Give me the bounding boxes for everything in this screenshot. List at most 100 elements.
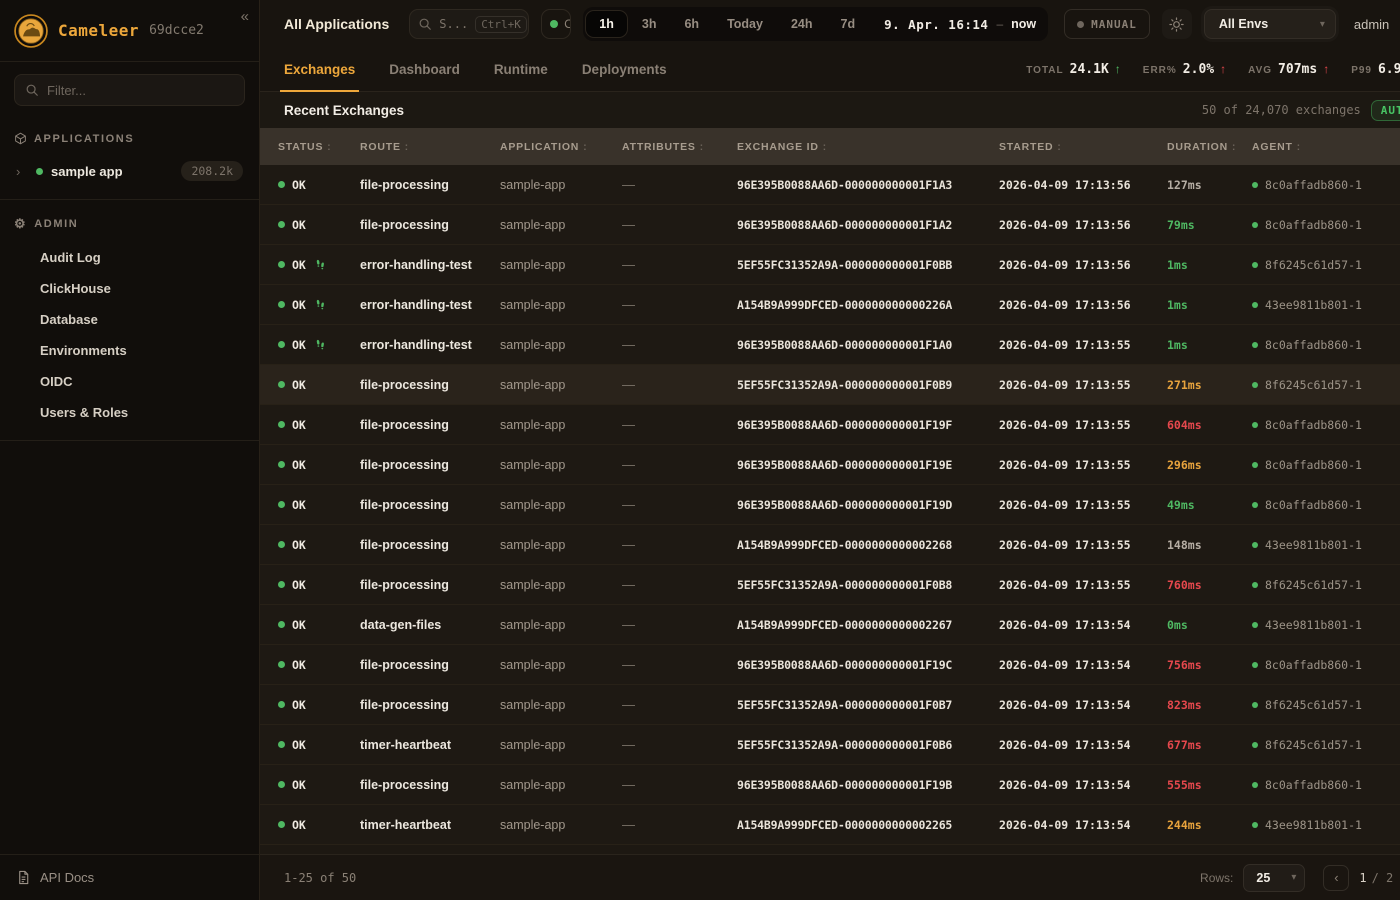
application-cell: sample-app bbox=[500, 818, 622, 832]
agent-status-dot bbox=[1252, 182, 1258, 188]
sidebar-item-clickhouse[interactable]: ClickHouse bbox=[14, 273, 245, 304]
column-header-label: DURATION bbox=[1167, 141, 1228, 153]
time-range-3h[interactable]: 3h bbox=[629, 11, 670, 37]
table-row[interactable]: OKtimer-heartbeatsample-app—5EF55FC31352… bbox=[260, 725, 1400, 765]
sidebar-item-audit-log[interactable]: Audit Log bbox=[14, 242, 245, 273]
started-cell: 2026-04-09 17:13:56 bbox=[999, 258, 1167, 272]
rows-per-page-select[interactable]: 25 ▾ bbox=[1243, 864, 1305, 892]
agent-cell: 8f6245c61d57-1 bbox=[1252, 378, 1400, 392]
table-row[interactable]: OKfile-processingsample-app—96E395B0088A… bbox=[260, 405, 1400, 445]
application-cell: sample-app bbox=[500, 458, 622, 472]
status-label: OK bbox=[292, 298, 306, 312]
stat-p99: P996.9s↑ bbox=[1351, 62, 1400, 77]
theme-toggle-button[interactable] bbox=[1162, 9, 1192, 39]
cube-icon bbox=[14, 132, 27, 145]
exchange-id-cell: 5EF55FC31352A9A-000000000001F0B7 bbox=[737, 698, 999, 712]
status-cell: OK bbox=[278, 778, 360, 792]
column-header-duration[interactable]: DURATION: bbox=[1167, 141, 1252, 153]
table-row[interactable]: OKfile-processingsample-app—96E395B0088A… bbox=[260, 205, 1400, 245]
route-cell: file-processing bbox=[360, 458, 500, 472]
status-ok-dot bbox=[278, 261, 285, 268]
column-header-attributes[interactable]: ATTRIBUTES: bbox=[622, 141, 737, 153]
filter-wrap: Filter... bbox=[0, 62, 259, 116]
table-row[interactable]: OKfile-processingsample-app—96E395B0088A… bbox=[260, 165, 1400, 205]
table-row[interactable]: OKfile-processingsample-app—96E395B0088A… bbox=[260, 765, 1400, 805]
table-row[interactable]: OKdata-gen-filessample-app—A154B9A999DFC… bbox=[260, 605, 1400, 645]
column-header-agent[interactable]: AGENT: bbox=[1252, 141, 1400, 153]
started-cell: 2026-04-09 17:13:54 bbox=[999, 738, 1167, 752]
started-cell: 2026-04-09 17:13:54 bbox=[999, 818, 1167, 832]
time-range-24h[interactable]: 24h bbox=[778, 11, 826, 37]
brand-version: 69dcce2 bbox=[149, 23, 204, 38]
filter-input[interactable]: Filter... bbox=[14, 74, 245, 106]
duration-cell: 760ms bbox=[1167, 578, 1252, 592]
column-header-started[interactable]: STARTED: bbox=[999, 141, 1167, 153]
agent-cell: 8f6245c61d57-1 bbox=[1252, 258, 1400, 272]
tab-exchanges[interactable]: Exchanges bbox=[284, 48, 355, 91]
column-header-exchange-id[interactable]: EXCHANGE ID: bbox=[737, 141, 999, 153]
agent-id: 8c0affadb860-1 bbox=[1265, 458, 1362, 472]
table-row[interactable]: OKfile-processingsample-app—5EF55FC31352… bbox=[260, 565, 1400, 605]
time-range-6h[interactable]: 6h bbox=[671, 11, 712, 37]
tab-runtime[interactable]: Runtime bbox=[494, 48, 548, 91]
sidebar-item-oidc[interactable]: OIDC bbox=[14, 366, 245, 397]
time-range-7d[interactable]: 7d bbox=[828, 11, 869, 37]
auto-refresh-badge[interactable]: AUTO bbox=[1371, 100, 1400, 121]
time-range-today[interactable]: Today bbox=[714, 11, 776, 37]
agent-id: 8c0affadb860-1 bbox=[1265, 338, 1362, 352]
sidebar-collapse-icon[interactable]: « bbox=[241, 8, 249, 25]
status-cell: OK bbox=[278, 538, 360, 552]
exchange-id-cell: 96E395B0088AA6D-000000000001F19B bbox=[737, 778, 999, 792]
status-ok-dot bbox=[278, 341, 285, 348]
application-cell: sample-app bbox=[500, 698, 622, 712]
table-row[interactable]: OKfile-processingsample-app—5EF55FC31352… bbox=[260, 365, 1400, 405]
status-label: OK bbox=[292, 378, 306, 392]
table-row[interactable]: OKfile-processingsample-app—5EF55FC31352… bbox=[260, 685, 1400, 725]
status-ok-dot bbox=[278, 541, 285, 548]
stat-err: ERR%2.0%↑ bbox=[1143, 62, 1226, 77]
sidebar-item-sample-app[interactable]: › sample app 208.2k bbox=[14, 155, 245, 187]
table-row[interactable]: OKtimer-heartbeatsample-app—A154B9A999DF… bbox=[260, 805, 1400, 845]
prev-page-button[interactable]: ‹ bbox=[1323, 865, 1349, 891]
started-cell: 2026-04-09 17:13:56 bbox=[999, 298, 1167, 312]
steps-icon bbox=[314, 259, 326, 271]
application-cell: sample-app bbox=[500, 418, 622, 432]
exchange-id-cell: 96E395B0088AA6D-000000000001F19C bbox=[737, 658, 999, 672]
manual-label: MANUAL bbox=[1091, 18, 1137, 31]
column-header-application[interactable]: APPLICATION: bbox=[500, 141, 622, 153]
status-label: OK bbox=[292, 418, 306, 432]
table-row[interactable]: OKerror-handling-testsample-app—5EF55FC3… bbox=[260, 245, 1400, 285]
attributes-cell: — bbox=[622, 217, 737, 232]
time-range-1h[interactable]: 1h bbox=[586, 11, 627, 37]
live-status-pill[interactable]: O bbox=[541, 9, 571, 39]
table-row[interactable]: OKfile-processingsample-app—96E395B0088A… bbox=[260, 645, 1400, 685]
table-row[interactable]: OKfile-processingsample-app—96E395B0088A… bbox=[260, 445, 1400, 485]
table-row[interactable]: OKerror-handling-testsample-app—A154B9A9… bbox=[260, 285, 1400, 325]
status-label: OK bbox=[292, 218, 306, 232]
table-row[interactable]: OKfile-processingsample-app—A154B9A999DF… bbox=[260, 525, 1400, 565]
sidebar-item-database[interactable]: Database bbox=[14, 304, 245, 335]
global-search-input[interactable]: S... Ctrl+K bbox=[409, 9, 529, 39]
route-cell: file-processing bbox=[360, 218, 500, 232]
status-ok-dot bbox=[278, 821, 285, 828]
time-current[interactable]: 9. Apr. 16:14 – now bbox=[884, 17, 1036, 32]
document-icon bbox=[16, 870, 31, 885]
column-header-status[interactable]: STATUS: bbox=[278, 141, 360, 153]
tab-deployments[interactable]: Deployments bbox=[582, 48, 667, 91]
table-row[interactable]: OKfile-processingsample-app—96E395B0088A… bbox=[260, 485, 1400, 525]
table-row[interactable]: OKerror-handling-testsample-app—96E395B0… bbox=[260, 325, 1400, 365]
api-docs-link[interactable]: API Docs bbox=[0, 854, 259, 900]
tab-dashboard[interactable]: Dashboard bbox=[389, 48, 460, 91]
sidebar-item-users-roles[interactable]: Users & Roles bbox=[14, 397, 245, 428]
attributes-cell: — bbox=[622, 257, 737, 272]
agent-id: 43ee9811b801-1 bbox=[1265, 618, 1362, 632]
stat-label: AVG bbox=[1248, 65, 1272, 76]
agent-id: 43ee9811b801-1 bbox=[1265, 298, 1362, 312]
chevron-right-icon[interactable]: › bbox=[16, 164, 28, 179]
agent-id: 8f6245c61d57-1 bbox=[1265, 698, 1362, 712]
status-label: OK bbox=[292, 258, 306, 272]
sidebar-item-environments[interactable]: Environments bbox=[14, 335, 245, 366]
manual-refresh-button[interactable]: MANUAL bbox=[1064, 9, 1150, 39]
env-select[interactable]: All Envs ▾ bbox=[1204, 9, 1336, 39]
column-header-route[interactable]: ROUTE: bbox=[360, 141, 500, 153]
